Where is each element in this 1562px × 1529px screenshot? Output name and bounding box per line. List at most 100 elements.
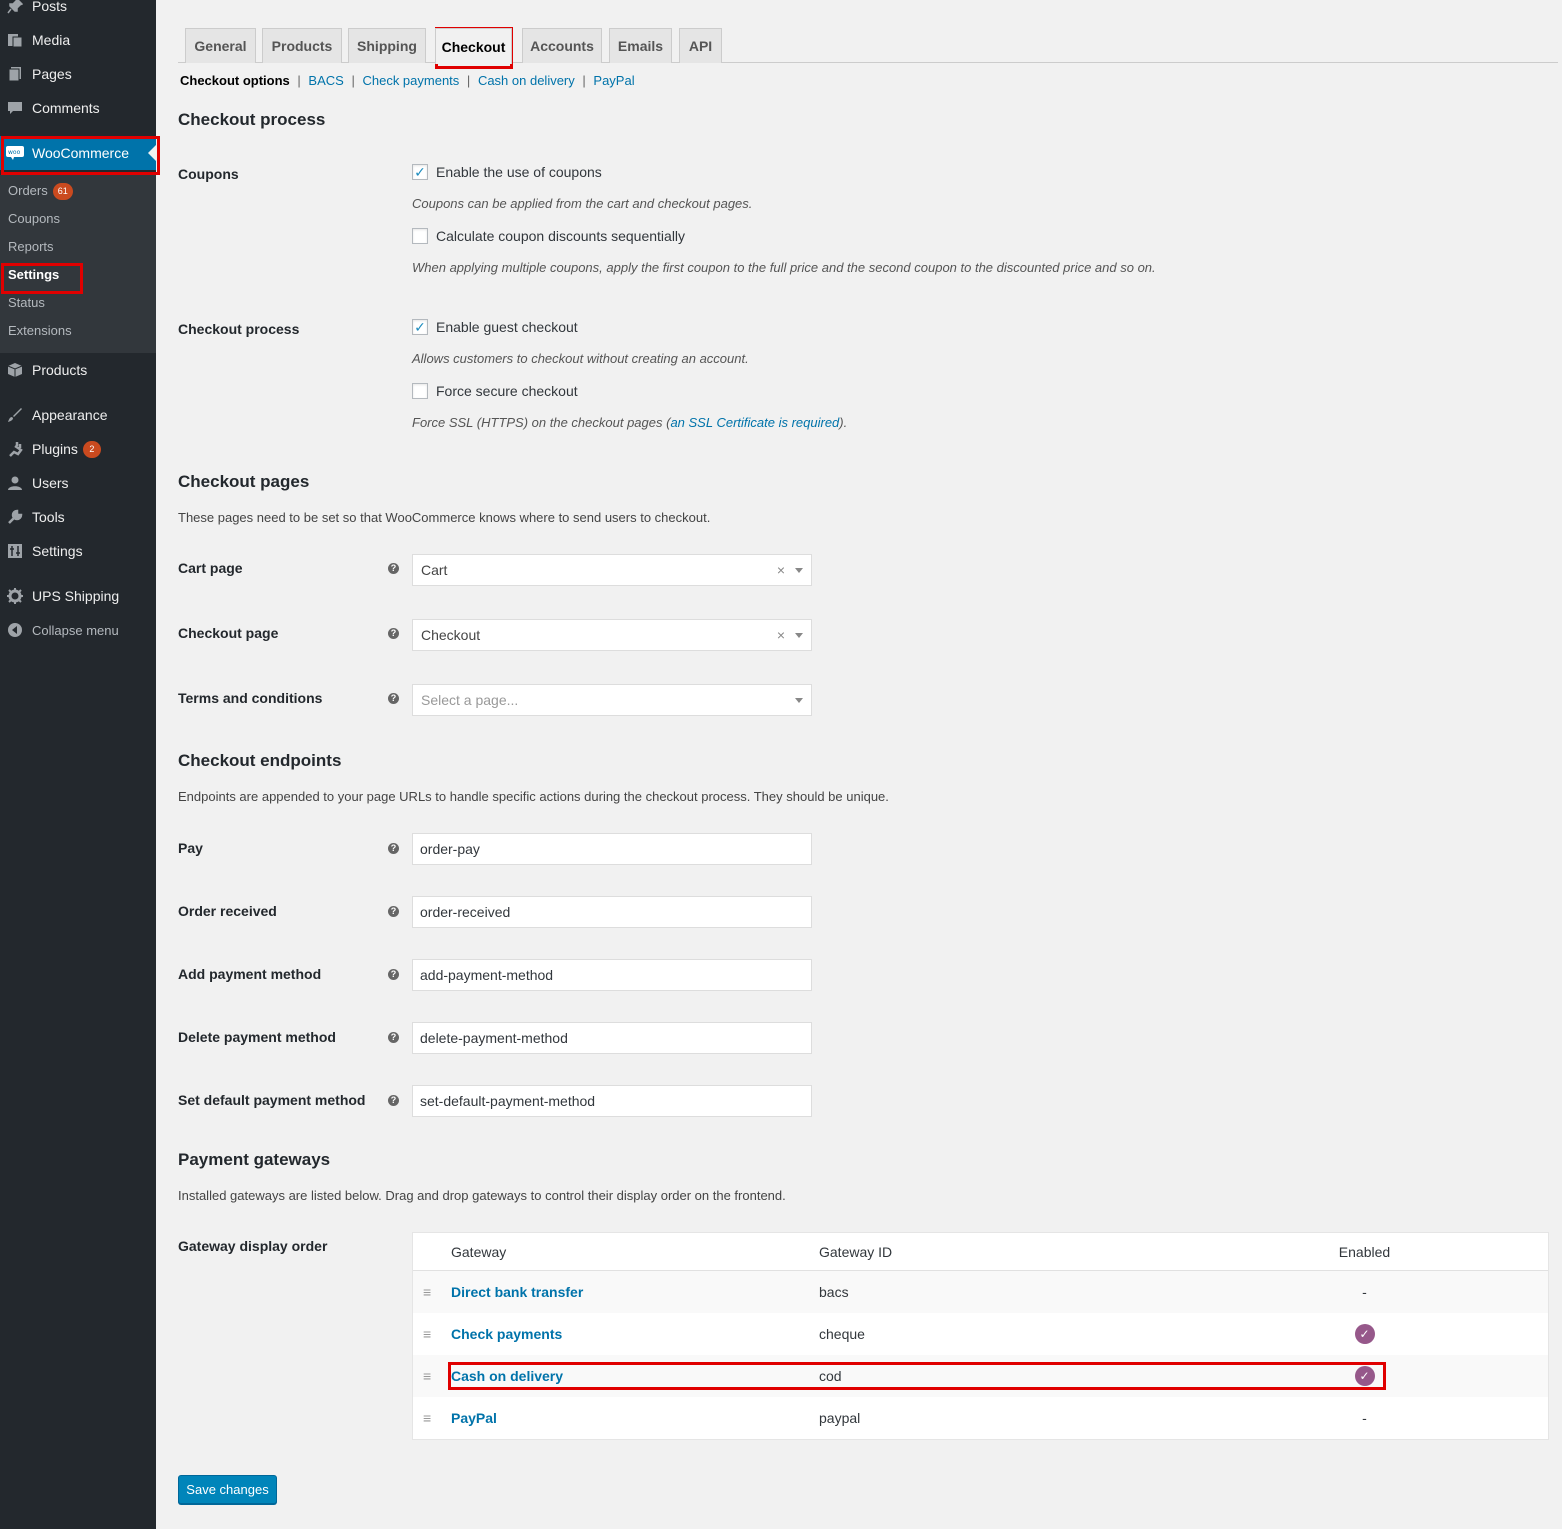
- gateway-disabled-dash[interactable]: -: [1313, 1271, 1416, 1313]
- checkout-pages-description: These pages need to be set so that WooCo…: [178, 510, 711, 525]
- help-icon[interactable]: ?: [388, 1095, 399, 1106]
- chevron-down-icon: [795, 633, 803, 638]
- gateway-row-paypal[interactable]: ≡ PayPal paypal -: [413, 1397, 1548, 1439]
- drag-handle-icon[interactable]: ≡: [423, 1355, 431, 1397]
- menu-media-label: Media: [32, 32, 71, 48]
- help-icon[interactable]: ?: [388, 906, 399, 917]
- admin-sidebar: Posts Media Pages Comments woo WooCommer…: [0, 0, 156, 1529]
- gateway-enabled-cell[interactable]: ✓: [1313, 1355, 1416, 1397]
- menu-settings[interactable]: Settings: [0, 534, 156, 568]
- terms-page-select[interactable]: Select a page...: [412, 684, 812, 716]
- users-icon: [5, 473, 25, 493]
- gateway-name-link[interactable]: Cash on delivery: [451, 1355, 563, 1397]
- submenu-extensions[interactable]: Extensions: [8, 321, 72, 341]
- help-icon[interactable]: ?: [388, 693, 399, 704]
- settings-icon: [5, 541, 25, 561]
- tab-emails[interactable]: Emails: [609, 28, 672, 63]
- submenu-coupons[interactable]: Coupons: [8, 209, 60, 229]
- cart-page-select[interactable]: Cart ×: [412, 554, 812, 586]
- menu-woocommerce[interactable]: woo WooCommerce: [0, 136, 156, 170]
- sequential-coupons-option[interactable]: Calculate coupon discounts sequentially: [412, 228, 685, 244]
- tab-general[interactable]: General: [185, 28, 256, 63]
- sequential-coupons-checkbox[interactable]: [412, 228, 428, 244]
- menu-ups-shipping[interactable]: UPS Shipping: [0, 579, 156, 613]
- tab-shipping[interactable]: Shipping: [348, 28, 426, 63]
- drag-handle-icon[interactable]: ≡: [423, 1313, 431, 1355]
- help-icon[interactable]: ?: [388, 563, 399, 574]
- plugins-icon: [5, 439, 25, 459]
- save-changes-button[interactable]: Save changes: [178, 1475, 277, 1504]
- gateway-id: cod: [819, 1368, 842, 1384]
- tab-checkout[interactable]: Checkout: [435, 28, 512, 64]
- guest-checkout-option[interactable]: ✓ Enable guest checkout: [412, 319, 578, 335]
- menu-media[interactable]: Media: [0, 23, 156, 57]
- submenu-orders[interactable]: Orders 61: [8, 181, 73, 201]
- subnav-bacs[interactable]: BACS: [308, 73, 343, 88]
- subnav-cash-on-delivery[interactable]: Cash on delivery: [478, 73, 575, 88]
- guest-checkout-checkbox[interactable]: ✓: [412, 319, 428, 335]
- checkout-page-label: Checkout page: [178, 625, 279, 641]
- gateway-row-cod[interactable]: ≡ Cash on delivery cod ✓: [413, 1355, 1548, 1397]
- checkout-process-heading: Checkout process: [178, 110, 326, 129]
- subnav-separator: |: [351, 73, 355, 88]
- enable-coupons-checkbox[interactable]: ✓: [412, 164, 428, 180]
- checkout-page-select[interactable]: Checkout ×: [412, 619, 812, 651]
- drag-handle-icon[interactable]: ≡: [423, 1397, 431, 1439]
- gateway-table-header: Gateway Gateway ID Enabled: [413, 1233, 1548, 1271]
- enabled-check-icon: ✓: [1354, 1324, 1375, 1344]
- gateway-enabled-cell[interactable]: ✓: [1313, 1313, 1416, 1355]
- menu-products[interactable]: Products: [0, 353, 156, 387]
- gateway-disabled-dash[interactable]: -: [1313, 1397, 1416, 1439]
- menu-posts[interactable]: Posts: [0, 0, 156, 23]
- help-icon[interactable]: ?: [388, 628, 399, 639]
- menu-plugins[interactable]: Plugins 2: [0, 432, 156, 466]
- endpoint-add-payment-input[interactable]: add-payment-method: [412, 959, 812, 991]
- gateway-name-link[interactable]: Check payments: [451, 1313, 562, 1355]
- menu-appearance-label: Appearance: [32, 407, 108, 423]
- secure-checkout-checkbox[interactable]: [412, 383, 428, 399]
- submenu-settings[interactable]: Settings: [8, 265, 59, 285]
- gateway-display-order-label: Gateway display order: [178, 1238, 328, 1254]
- menu-tools[interactable]: Tools: [0, 500, 156, 534]
- gateway-row-cheque[interactable]: ≡ Check payments cheque ✓: [413, 1313, 1548, 1355]
- submenu-status[interactable]: Status: [8, 293, 45, 313]
- secure-checkout-option[interactable]: Force secure checkout: [412, 383, 578, 399]
- gateway-row-bacs[interactable]: ≡ Direct bank transfer bacs -: [413, 1271, 1548, 1313]
- tab-accounts[interactable]: Accounts: [522, 28, 602, 63]
- chevron-down-icon: [795, 698, 803, 703]
- clear-selection-icon[interactable]: ×: [777, 627, 785, 643]
- gateway-name-link[interactable]: Direct bank transfer: [451, 1271, 583, 1313]
- tab-api[interactable]: API: [679, 28, 722, 63]
- tab-products[interactable]: Products: [262, 28, 342, 63]
- menu-pages-label: Pages: [32, 66, 72, 82]
- submenu-reports[interactable]: Reports: [8, 237, 54, 257]
- pages-icon: [5, 64, 25, 84]
- subnav-checkout-options[interactable]: Checkout options: [180, 73, 290, 88]
- gear-icon: [5, 586, 25, 606]
- chevron-down-icon: [795, 568, 803, 573]
- menu-ups-shipping-label: UPS Shipping: [32, 588, 120, 604]
- endpoint-default-payment-input[interactable]: set-default-payment-method: [412, 1085, 812, 1117]
- clear-selection-icon[interactable]: ×: [777, 562, 785, 578]
- sequential-coupons-label: Calculate coupon discounts sequentially: [436, 228, 686, 244]
- coupons-label: Coupons: [178, 166, 239, 182]
- subnav-check-payments[interactable]: Check payments: [362, 73, 459, 88]
- menu-comments[interactable]: Comments: [0, 91, 156, 125]
- collapse-menu-button[interactable]: Collapse menu: [0, 613, 156, 647]
- menu-pages[interactable]: Pages: [0, 57, 156, 91]
- subnav-paypal[interactable]: PayPal: [593, 73, 634, 88]
- menu-users[interactable]: Users: [0, 466, 156, 500]
- endpoint-pay-input[interactable]: order-pay: [412, 833, 812, 865]
- gateway-name-link[interactable]: PayPal: [451, 1397, 497, 1439]
- ssl-certificate-link[interactable]: an SSL Certificate is required: [670, 415, 839, 430]
- menu-posts-label: Posts: [32, 0, 68, 14]
- menu-tools-label: Tools: [32, 509, 65, 525]
- help-icon[interactable]: ?: [388, 843, 399, 854]
- help-icon[interactable]: ?: [388, 1032, 399, 1043]
- endpoint-delete-payment-input[interactable]: delete-payment-method: [412, 1022, 812, 1054]
- enable-coupons-option[interactable]: ✓ Enable the use of coupons: [412, 164, 602, 180]
- help-icon[interactable]: ?: [388, 969, 399, 980]
- menu-appearance[interactable]: Appearance: [0, 398, 156, 432]
- endpoint-order-received-input[interactable]: order-received: [412, 896, 812, 928]
- drag-handle-icon[interactable]: ≡: [423, 1271, 431, 1313]
